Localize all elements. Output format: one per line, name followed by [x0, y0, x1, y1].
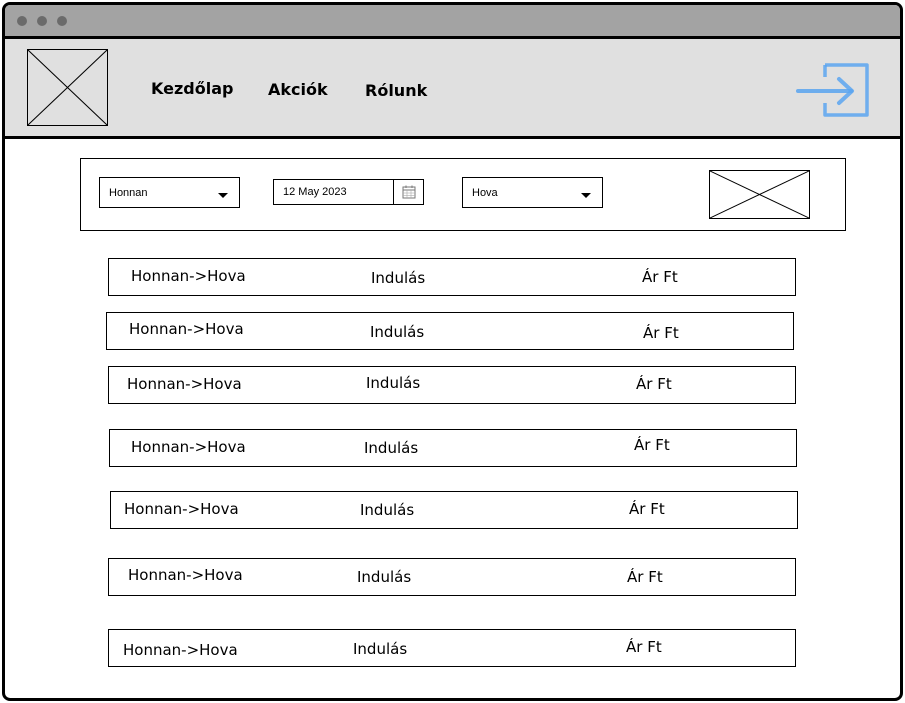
result-row[interactable]: Honnan->Hova Indulás Ár Ft — [108, 558, 796, 596]
result-row[interactable]: Honnan->Hova Indulás Ár Ft — [109, 429, 797, 467]
result-route: Honnan->Hova — [123, 641, 238, 659]
result-departure: Indulás — [353, 640, 408, 658]
window-minimize-dot[interactable] — [37, 16, 47, 26]
result-departure: Indulás — [370, 323, 425, 341]
result-route: Honnan->Hova — [131, 438, 246, 456]
result-route: Honnan->Hova — [124, 500, 239, 518]
to-select[interactable]: Hova — [462, 177, 603, 208]
result-departure: Indulás — [364, 439, 419, 457]
result-route: Honnan->Hova — [127, 375, 242, 393]
title-bar — [5, 5, 900, 39]
result-row[interactable]: Honnan->Hova Indulás Ár Ft — [108, 629, 796, 667]
chevron-down-icon — [218, 193, 228, 198]
search-button-image-placeholder-icon[interactable] — [709, 170, 810, 219]
login-arrow-icon[interactable] — [795, 61, 869, 119]
window-close-dot[interactable] — [17, 16, 27, 26]
browser-window: Kezdőlap Akciók Rólunk Honnan 12 May 202… — [2, 2, 903, 701]
result-route: Honnan->Hova — [128, 566, 243, 584]
result-price: Ár Ft — [642, 268, 678, 286]
from-select-label: Honnan — [109, 187, 148, 199]
window-maximize-dot[interactable] — [57, 16, 67, 26]
result-price: Ár Ft — [643, 324, 679, 342]
date-picker[interactable]: 12 May 2023 — [273, 179, 424, 205]
result-route: Honnan->Hova — [131, 267, 246, 285]
date-value: 12 May 2023 — [283, 186, 347, 198]
result-row[interactable]: Honnan->Hova Indulás Ár Ft — [108, 366, 796, 404]
result-departure: Indulás — [357, 568, 412, 586]
result-route: Honnan->Hova — [129, 320, 244, 338]
result-price: Ár Ft — [636, 375, 672, 393]
result-departure: Indulás — [366, 374, 421, 392]
to-select-label: Hova — [472, 187, 498, 199]
result-departure: Indulás — [371, 269, 426, 287]
logo-image-placeholder-icon[interactable] — [27, 49, 108, 126]
nav-link-about[interactable]: Rólunk — [365, 81, 427, 100]
result-price: Ár Ft — [629, 500, 665, 518]
result-departure: Indulás — [360, 501, 415, 519]
result-price: Ár Ft — [627, 568, 663, 586]
chevron-down-icon — [581, 193, 591, 198]
result-price: Ár Ft — [634, 436, 670, 454]
nav-link-offers[interactable]: Akciók — [268, 80, 328, 99]
calendar-icon[interactable] — [393, 180, 423, 204]
result-price: Ár Ft — [626, 638, 662, 656]
search-panel: Honnan 12 May 2023 Hova — [80, 158, 846, 231]
result-row[interactable]: Honnan->Hova Indulás Ár Ft — [110, 491, 798, 529]
from-select[interactable]: Honnan — [99, 177, 240, 208]
result-row[interactable]: Honnan->Hova Indulás Ár Ft — [108, 258, 796, 296]
site-header: Kezdőlap Akciók Rólunk — [5, 39, 900, 139]
nav-link-home[interactable]: Kezdőlap — [151, 79, 233, 98]
result-row[interactable]: Honnan->Hova Indulás Ár Ft — [106, 312, 794, 350]
